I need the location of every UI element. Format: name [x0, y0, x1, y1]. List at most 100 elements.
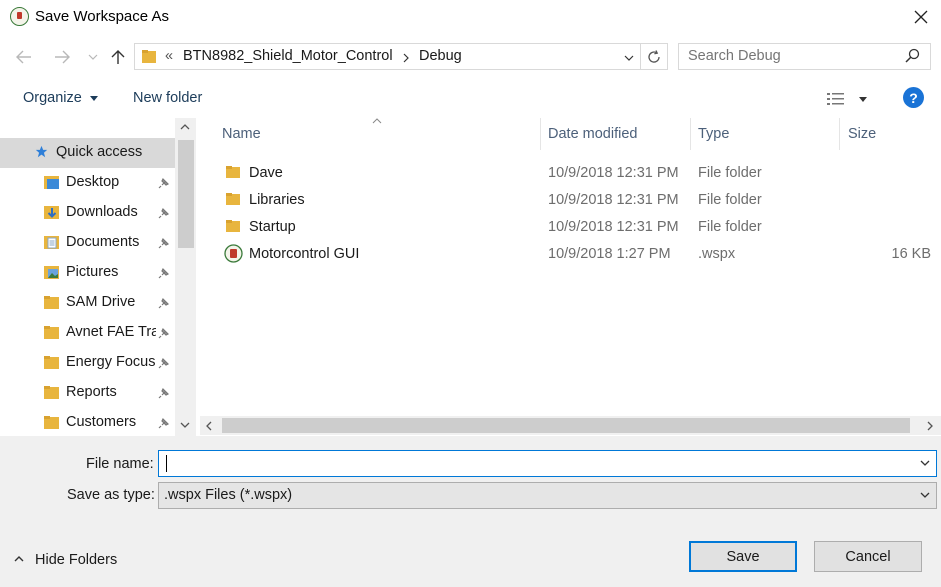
sidebar-item-desktop[interactable]: Desktop — [0, 168, 175, 198]
sidebar-item-label: Avnet FAE Tra — [66, 324, 156, 340]
pin-icon[interactable] — [158, 357, 170, 369]
refresh-icon — [648, 49, 660, 63]
column-divider[interactable] — [540, 118, 541, 150]
save-type-select[interactable]: .wspx Files (*.wspx) — [158, 482, 937, 509]
forward-button[interactable] — [52, 47, 72, 67]
chevron-down-icon[interactable] — [180, 422, 190, 428]
sidebar-item-reports[interactable]: Reports — [0, 378, 175, 408]
save-type-label: Save as type: — [67, 487, 155, 503]
pin-icon[interactable] — [158, 207, 170, 219]
file-type: File folder — [698, 192, 762, 208]
search-box[interactable] — [678, 43, 931, 70]
folder-icon — [44, 416, 59, 429]
pin-icon[interactable] — [158, 387, 170, 399]
arrow-left-icon — [16, 50, 31, 64]
folder-icon — [44, 356, 59, 369]
folder-icon — [44, 386, 59, 399]
details-view-icon — [827, 93, 844, 105]
breadcrumb-debug[interactable]: Debug — [419, 48, 462, 64]
folder-icon — [226, 220, 240, 232]
column-divider[interactable] — [839, 118, 840, 150]
close-icon — [914, 10, 928, 24]
chevron-down-icon[interactable] — [624, 55, 634, 61]
sidebar-item-sam-drive[interactable]: SAM Drive — [0, 288, 175, 318]
file-row[interactable]: Motorcontrol GUI 10/9/2018 1:27 PM .wspx… — [222, 241, 937, 268]
up-button[interactable] — [108, 47, 128, 67]
pin-icon[interactable] — [158, 237, 170, 249]
sidebar-scroll-thumb[interactable] — [178, 140, 194, 248]
file-date: 10/9/2018 1:27 PM — [548, 246, 671, 262]
column-header-size[interactable]: Size — [848, 126, 876, 142]
folder-icon — [226, 193, 240, 205]
sidebar-item-documents[interactable]: Documents — [0, 228, 175, 258]
sidebar-item-label: Documents — [66, 234, 140, 250]
chevron-left-icon[interactable] — [206, 421, 212, 431]
pin-icon[interactable] — [158, 327, 170, 339]
pin-icon[interactable] — [158, 417, 170, 429]
file-row[interactable]: Startup 10/9/2018 12:31 PM File folder — [222, 214, 937, 241]
file-row[interactable]: Dave 10/9/2018 12:31 PM File folder — [222, 160, 937, 187]
text-cursor — [166, 455, 167, 472]
window-title: Save Workspace As — [35, 8, 169, 25]
refresh-button[interactable] — [641, 43, 668, 70]
file-name-label: File name: — [86, 456, 154, 472]
sidebar-item-label: Desktop — [66, 174, 120, 190]
file-date: 10/9/2018 12:31 PM — [548, 192, 679, 208]
pin-icon[interactable] — [158, 177, 170, 189]
workspace-file-icon — [224, 244, 243, 263]
cancel-button[interactable]: Cancel — [814, 541, 922, 572]
file-name-combobox[interactable] — [158, 450, 937, 477]
sidebar-item-customers[interactable]: Customers — [0, 408, 175, 436]
search-icon[interactable] — [905, 48, 920, 63]
hide-folders-label: Hide Folders — [35, 552, 118, 568]
chevron-down-icon[interactable] — [920, 460, 930, 466]
address-bar[interactable]: « BTN8982_Shield_Motor_Control Debug — [134, 43, 641, 70]
help-icon[interactable]: ? — [903, 87, 924, 108]
sidebar-item-label: Reports — [66, 384, 117, 400]
navigation-pane[interactable]: Quick access Desktop Downloads Documents… — [0, 118, 196, 436]
folder-icon — [44, 326, 59, 339]
sidebar-item-avnet-fae[interactable]: Avnet FAE Tra — [0, 318, 175, 348]
pictures-icon — [44, 266, 59, 279]
file-type: File folder — [698, 165, 762, 181]
chevron-right-icon[interactable] — [927, 421, 933, 431]
search-input[interactable] — [688, 48, 898, 64]
sidebar-item-pictures[interactable]: Pictures — [0, 258, 175, 288]
file-date: 10/9/2018 12:31 PM — [548, 165, 679, 181]
downloads-icon — [44, 206, 59, 219]
close-button[interactable] — [906, 4, 936, 30]
app-icon — [10, 7, 29, 26]
column-header-name[interactable]: Name — [222, 126, 261, 142]
sidebar-item-energy-focus[interactable]: Energy Focus — [0, 348, 175, 378]
sidebar-item-label: SAM Drive — [66, 294, 136, 310]
sidebar-item-quick-access[interactable]: Quick access — [0, 138, 175, 168]
column-header-date[interactable]: Date modified — [548, 126, 637, 142]
file-row[interactable]: Libraries 10/9/2018 12:31 PM File folder — [222, 187, 937, 214]
chevron-down-icon — [88, 54, 98, 60]
file-name: Motorcontrol GUI — [249, 246, 360, 262]
pin-icon[interactable] — [158, 297, 170, 309]
sidebar-item-downloads[interactable]: Downloads — [0, 198, 175, 228]
pin-icon[interactable] — [158, 267, 170, 279]
horizontal-scroll-thumb[interactable] — [222, 418, 910, 433]
column-header-type[interactable]: Type — [698, 126, 729, 142]
recent-locations-button[interactable] — [86, 47, 100, 67]
arrow-up-icon — [111, 50, 125, 64]
file-name-input[interactable] — [164, 455, 904, 471]
chevron-right-icon[interactable] — [403, 53, 409, 63]
organize-label: Organize — [23, 90, 82, 106]
star-icon — [35, 145, 48, 158]
view-options-button[interactable] — [826, 90, 874, 108]
back-button[interactable] — [14, 47, 34, 67]
folder-icon — [142, 50, 156, 63]
breadcrumb-project[interactable]: BTN8982_Shield_Motor_Control — [183, 48, 393, 64]
file-size: 16 KB — [891, 246, 932, 262]
address-overflow[interactable]: « — [165, 48, 173, 64]
chevron-up-icon[interactable] — [180, 124, 190, 130]
save-button[interactable]: Save — [689, 541, 797, 572]
column-divider[interactable] — [690, 118, 691, 150]
new-folder-button[interactable]: New folder — [133, 90, 202, 106]
organize-button[interactable]: Organize — [23, 90, 98, 106]
file-type: .wspx — [698, 246, 736, 262]
caret-down-icon — [89, 95, 98, 101]
